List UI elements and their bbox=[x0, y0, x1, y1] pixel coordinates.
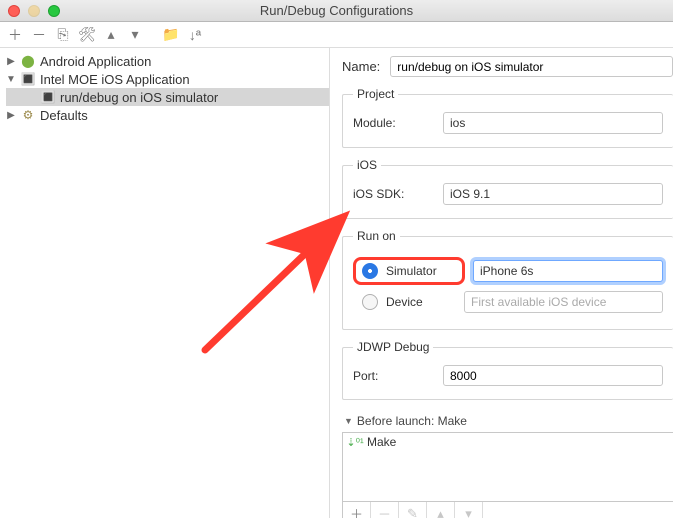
config-toolbar: ＋ － ⎘ 🛠 ▴ ▾ 📁 ↓ª bbox=[0, 22, 673, 48]
jdwp-legend: JDWP Debug bbox=[353, 340, 433, 354]
disclosure-arrow-icon: ▶ bbox=[6, 56, 16, 67]
module-value: ios bbox=[450, 116, 465, 130]
device-radio-label: Device bbox=[386, 295, 456, 309]
simulator-device-select[interactable]: iPhone 6s bbox=[473, 260, 663, 282]
ios-sdk-select[interactable]: iOS 9.1 bbox=[443, 183, 663, 205]
jdwp-port-label: Port: bbox=[353, 369, 433, 383]
tree-node-defaults[interactable]: ▶ ⚙ Defaults bbox=[6, 106, 329, 124]
before-launch-header: Before launch: Make bbox=[357, 414, 467, 428]
app-icon: 🔳 bbox=[20, 71, 36, 87]
tree-node-android-application[interactable]: ▶ ⬤ Android Application bbox=[6, 52, 329, 70]
tree-node-intel-moe-ios-application[interactable]: ▼ 🔳 Intel MOE iOS Application bbox=[6, 70, 329, 88]
window-title: Run/Debug Configurations bbox=[0, 3, 673, 18]
before-launch-section: ▼ Before launch: Make ⇣⁰¹ Make ＋ － ✎ ▴ ▾… bbox=[342, 414, 673, 518]
ios-fieldset: iOS iOS SDK: iOS 9.1 bbox=[342, 158, 673, 219]
name-label: Name: bbox=[342, 59, 380, 74]
ios-sdk-value: iOS 9.1 bbox=[450, 187, 490, 201]
run-on-legend: Run on bbox=[353, 229, 400, 243]
simulator-radio-label: Simulator bbox=[386, 264, 456, 278]
configurations-tree[interactable]: ▶ ⬤ Android Application ▼ 🔳 Intel MOE iO… bbox=[0, 48, 330, 518]
config-name-input[interactable] bbox=[390, 56, 673, 77]
copy-config-button[interactable]: ⎘ bbox=[54, 26, 72, 43]
tree-node-run-debug-ios-simulator[interactable]: 🔳 run/debug on iOS simulator bbox=[6, 88, 329, 106]
before-launch-down-button[interactable]: ▾ bbox=[455, 502, 483, 518]
run-on-fieldset: Run on Simulator iPhone 6s Device First … bbox=[342, 229, 673, 330]
jdwp-port-input[interactable] bbox=[443, 365, 663, 386]
gear-icon: ⚙ bbox=[20, 107, 36, 123]
before-launch-item-make[interactable]: ⇣⁰¹ Make bbox=[343, 433, 673, 451]
move-up-button[interactable]: ▴ bbox=[102, 26, 120, 43]
disclosure-arrow-icon: ▼ bbox=[6, 74, 16, 85]
simulator-device-value: iPhone 6s bbox=[480, 264, 533, 278]
tree-label: Defaults bbox=[40, 108, 88, 123]
module-select[interactable]: ios bbox=[443, 112, 663, 134]
before-launch-remove-button[interactable]: － bbox=[371, 502, 399, 518]
tree-label: Intel MOE iOS Application bbox=[40, 72, 190, 87]
annotation-highlight: Simulator bbox=[353, 257, 465, 285]
folder-button[interactable]: 📁 bbox=[162, 26, 180, 43]
tree-label: run/debug on iOS simulator bbox=[60, 90, 218, 105]
device-placeholder: First available iOS device bbox=[471, 295, 606, 309]
project-legend: Project bbox=[353, 87, 398, 101]
remove-config-button[interactable]: － bbox=[30, 25, 48, 45]
add-config-button[interactable]: ＋ bbox=[6, 25, 24, 45]
simulator-radio[interactable] bbox=[362, 263, 378, 279]
disclosure-arrow-icon: ▶ bbox=[6, 110, 16, 121]
jdwp-debug-fieldset: JDWP Debug Port: bbox=[342, 340, 673, 400]
ios-sdk-label: iOS SDK: bbox=[353, 187, 433, 201]
ios-legend: iOS bbox=[353, 158, 381, 172]
project-fieldset: Project Module: ios bbox=[342, 87, 673, 148]
android-icon: ⬤ bbox=[20, 53, 36, 69]
device-select[interactable]: First available iOS device bbox=[464, 291, 663, 313]
module-label: Module: bbox=[353, 116, 433, 130]
before-launch-toolbar: ＋ － ✎ ▴ ▾ bbox=[342, 502, 673, 518]
move-down-button[interactable]: ▾ bbox=[126, 26, 144, 43]
disclosure-arrow-icon[interactable]: ▼ bbox=[344, 416, 353, 426]
tree-label: Android Application bbox=[40, 54, 151, 69]
run-config-icon: 🔳 bbox=[40, 89, 56, 105]
device-radio[interactable] bbox=[362, 294, 378, 310]
before-launch-add-button[interactable]: ＋ bbox=[343, 502, 371, 518]
save-config-button[interactable]: 🛠 bbox=[78, 26, 96, 43]
before-launch-edit-button[interactable]: ✎ bbox=[399, 502, 427, 518]
sort-button[interactable]: ↓ª bbox=[186, 27, 204, 43]
before-launch-up-button[interactable]: ▴ bbox=[427, 502, 455, 518]
window-titlebar: Run/Debug Configurations bbox=[0, 0, 673, 22]
before-launch-list[interactable]: ⇣⁰¹ Make bbox=[342, 432, 673, 502]
before-launch-item-label: Make bbox=[367, 435, 396, 449]
configuration-form: Name: Project Module: ios iOS iOS SDK: i… bbox=[330, 48, 673, 518]
make-task-icon: ⇣⁰¹ bbox=[347, 434, 363, 450]
